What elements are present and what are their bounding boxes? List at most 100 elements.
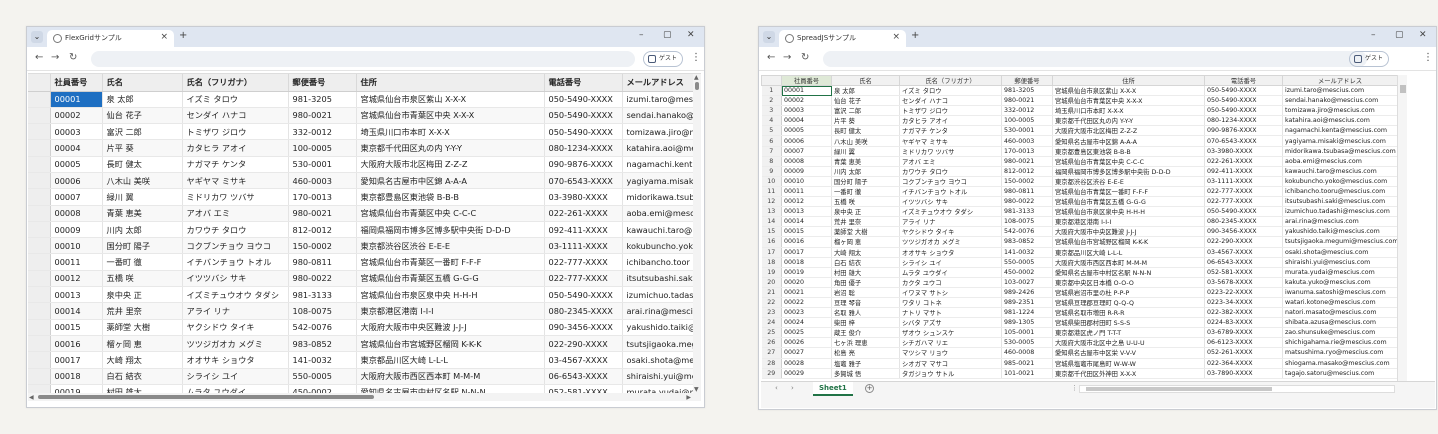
grid-cell[interactable]: 108-0075 — [288, 302, 357, 320]
sheet-cell[interactable]: tsutsjigaoka.megumi@mescius.com — [1282, 236, 1397, 248]
sheet-cell[interactable]: アオバ エミ — [899, 156, 1002, 167]
grid-cell[interactable]: 一番町 徹 — [102, 253, 183, 271]
window-close-icon[interactable]: ✕ — [687, 30, 695, 40]
sheet-cell[interactable]: 白石 結衣 — [831, 257, 900, 268]
sheet-cell[interactable]: yagiyama.misaki@mescius.com — [1282, 135, 1397, 147]
sheet-cell[interactable]: 宮城県仙台市宮城野区榴岡 K-K-K — [1052, 236, 1205, 248]
next-sheet-icon[interactable]: › — [791, 384, 794, 392]
grid-cell[interactable]: 00004 — [50, 139, 103, 157]
row-number[interactable]: 24 — [761, 317, 782, 329]
grid-cell[interactable]: 00010 — [50, 237, 103, 255]
grid-cell[interactable]: kawauchi.taro@ — [622, 221, 701, 239]
sheet-cell[interactable]: 989-2426 — [1001, 287, 1053, 298]
grid-cell[interactable]: 092-411-XXXX — [544, 221, 623, 239]
grid-cell[interactable]: 00006 — [50, 172, 103, 190]
grid-cell[interactable]: shiraishi.yui@me — [622, 368, 701, 385]
sheet-cell[interactable]: 00024 — [781, 317, 832, 329]
sheet-cell[interactable]: ナトリ マサト — [899, 307, 1002, 319]
sheet-cell[interactable]: シチガハマ リエ — [899, 337, 1002, 349]
grid-cell[interactable]: 宮城県仙台市青葉区一番町 F-F-F — [356, 253, 545, 271]
corner-cell[interactable] — [761, 75, 782, 86]
row-header[interactable] — [28, 91, 51, 108]
sheet-cell[interactable]: 00011 — [781, 186, 832, 198]
grid-cell[interactable]: 022-777-XXXX — [544, 253, 623, 271]
row-number[interactable]: 10 — [761, 176, 782, 187]
grid-cell[interactable]: 東京都千代田区丸の内 Y-Y-Y — [356, 139, 545, 157]
sheet-cell[interactable]: 108-0075 — [1001, 216, 1053, 228]
minimize-icon[interactable]: – — [1371, 30, 1376, 40]
row-number[interactable]: 25 — [761, 327, 782, 339]
grid-cell[interactable]: 00008 — [50, 205, 103, 222]
sheet-cell[interactable]: 03-7890-XXXX — [1204, 368, 1283, 379]
scroll-right-icon[interactable]: ▶ — [686, 394, 691, 401]
scroll-down-icon[interactable]: ▼ — [694, 386, 699, 393]
grid-cell[interactable]: 03-4567-XXXX — [544, 351, 623, 369]
column-header[interactable]: 住所 — [1052, 75, 1205, 86]
scroll-up-icon[interactable]: ▲ — [694, 74, 699, 81]
menu-icon[interactable]: ⋮ — [691, 52, 701, 63]
window-close-icon[interactable]: ✕ — [1419, 30, 1427, 40]
sheet-cell[interactable]: 東京都豊島区東池袋 B-B-B — [1052, 146, 1205, 157]
grid-cell[interactable]: 981-3205 — [288, 91, 357, 108]
sheet-cell[interactable]: 宮城県仙台市泉区紫山 X-X-X — [1052, 85, 1205, 97]
grid-cell[interactable]: 980-0021 — [288, 107, 357, 125]
grid-cell[interactable]: 022-261-XXXX — [544, 205, 623, 222]
grid-cell[interactable]: 141-0032 — [288, 351, 357, 369]
row-number[interactable]: 27 — [761, 347, 782, 359]
grid-cell[interactable]: ヤクシドウ タイキ — [182, 319, 289, 336]
grid-cell[interactable]: yakushido.taiki@ — [622, 319, 701, 336]
sheet-cell[interactable]: 00026 — [781, 337, 832, 349]
sheet-row[interactable]: 29 00029 多賀城 悟タガジョウ サトル 101-0021 東京都千代田区外神田 … — [761, 368, 1397, 379]
sheet-cell[interactable]: ミドリカワ ツバサ — [899, 146, 1002, 157]
maximize-icon[interactable]: ▢ — [1395, 30, 1404, 40]
sheet-cell[interactable]: 00017 — [781, 247, 832, 258]
sheet-cell[interactable]: 022-290-XXXX — [1204, 236, 1283, 248]
sheet-cell[interactable]: 170-0013 — [1001, 146, 1053, 157]
table-row[interactable]: 00015 薬師堂 大樹 ヤクシドウ タイキ 542-0076 大阪府大阪市中央区難波 … — [28, 319, 701, 336]
sheet-cell[interactable]: 青葉 恵美 — [831, 156, 900, 167]
row-number[interactable]: 26 — [761, 337, 782, 349]
grid-cell[interactable]: aoba.emi@mesc — [622, 205, 701, 222]
sheet-cell[interactable]: 宮城県岩沼市里の杜 P-P-P — [1052, 287, 1205, 298]
row-header[interactable] — [28, 139, 51, 157]
sheet-cell[interactable]: 022-364-XXXX — [1204, 358, 1283, 369]
minimize-icon[interactable]: – — [639, 30, 644, 40]
row-number[interactable]: 9 — [761, 166, 782, 177]
sheet-cell[interactable]: 542-0076 — [1001, 226, 1053, 238]
sheet-cell[interactable]: 03-6789-XXXX — [1204, 327, 1283, 339]
sheet-row[interactable]: 1 00001 泉 太郎 イズミ タロウ 981-3205 宮城県仙台市泉区紫山 X-X-… — [761, 85, 1397, 97]
sheet-cell[interactable]: 00016 — [781, 236, 832, 248]
sheet-row[interactable]: 25 00025 蔵王 俊介 ザオウ シュンスケ 105-0001 東京都港区虎ノ門 T-… — [761, 327, 1397, 339]
sheet-cell[interactable]: 070-6543-XXXX — [1204, 135, 1283, 147]
grid-cell[interactable]: 022-290-XXXX — [544, 335, 623, 353]
forward-icon[interactable]: → — [783, 52, 791, 63]
row-header[interactable] — [28, 156, 51, 173]
sheet-cell[interactable]: zao.shunsuke@mescius.com — [1282, 327, 1397, 339]
grid-cell[interactable]: 170-0013 — [288, 188, 357, 206]
reload-icon[interactable]: ↻ — [69, 52, 77, 63]
sheet-row[interactable]: 2 00002 仙台 花子 センダイ ハナコ 980-0021 宮城県仙台市青葉区中央 X… — [761, 95, 1397, 107]
sheet-cell[interactable]: 00015 — [781, 226, 832, 238]
sheet-cell[interactable]: 一番町 徹 — [831, 186, 900, 198]
sheet-row[interactable]: 15 00015 薬師堂 大樹 ヤクシドウ タイキ 542-0076 大阪府大阪市中央区難… — [761, 226, 1397, 238]
sheet-cell[interactable]: イチバンチョウ トオル — [899, 186, 1002, 198]
sheet-cell[interactable]: shiraishi.yui@mescius.com — [1282, 257, 1397, 268]
grid-cell[interactable]: sendai.hanako@ — [622, 107, 701, 125]
table-row[interactable]: 00014 荒井 里奈 アライ リナ 108-0075 東京都港区港南 I-I-I 080… — [28, 302, 701, 320]
grid-cell[interactable]: 983-0852 — [288, 335, 357, 353]
row-number[interactable]: 3 — [761, 105, 782, 117]
sheet-cell[interactable]: tomizawa.jiro@mescius.com — [1282, 105, 1397, 117]
sheet-cell[interactable]: オオサキ ショウタ — [899, 247, 1002, 258]
sheet-cell[interactable]: shibata.azusa@mescius.com — [1282, 317, 1397, 329]
sheet-cell[interactable]: 埼玉県川口市本町 X-X-X — [1052, 105, 1205, 117]
sheet-cell[interactable]: 00009 — [781, 166, 832, 177]
grid-cell[interactable]: 00009 — [50, 221, 103, 239]
sheet-cell[interactable]: 00002 — [781, 95, 832, 107]
sheet-cell[interactable]: 981-3205 — [1001, 85, 1053, 97]
grid-cell[interactable]: アオバ エミ — [182, 205, 289, 222]
maximize-icon[interactable]: ▢ — [663, 30, 672, 40]
sheet-row[interactable]: 5 00005 長町 健太 ナガマチ ケンタ 530-0001 大阪府大阪市北区梅田 Z-… — [761, 125, 1397, 137]
sheet-cell[interactable]: 050-5490-XXXX — [1204, 85, 1283, 97]
sheet-cell[interactable]: 柴田 梓 — [831, 317, 900, 329]
grid-cell[interactable]: 00016 — [50, 335, 103, 353]
